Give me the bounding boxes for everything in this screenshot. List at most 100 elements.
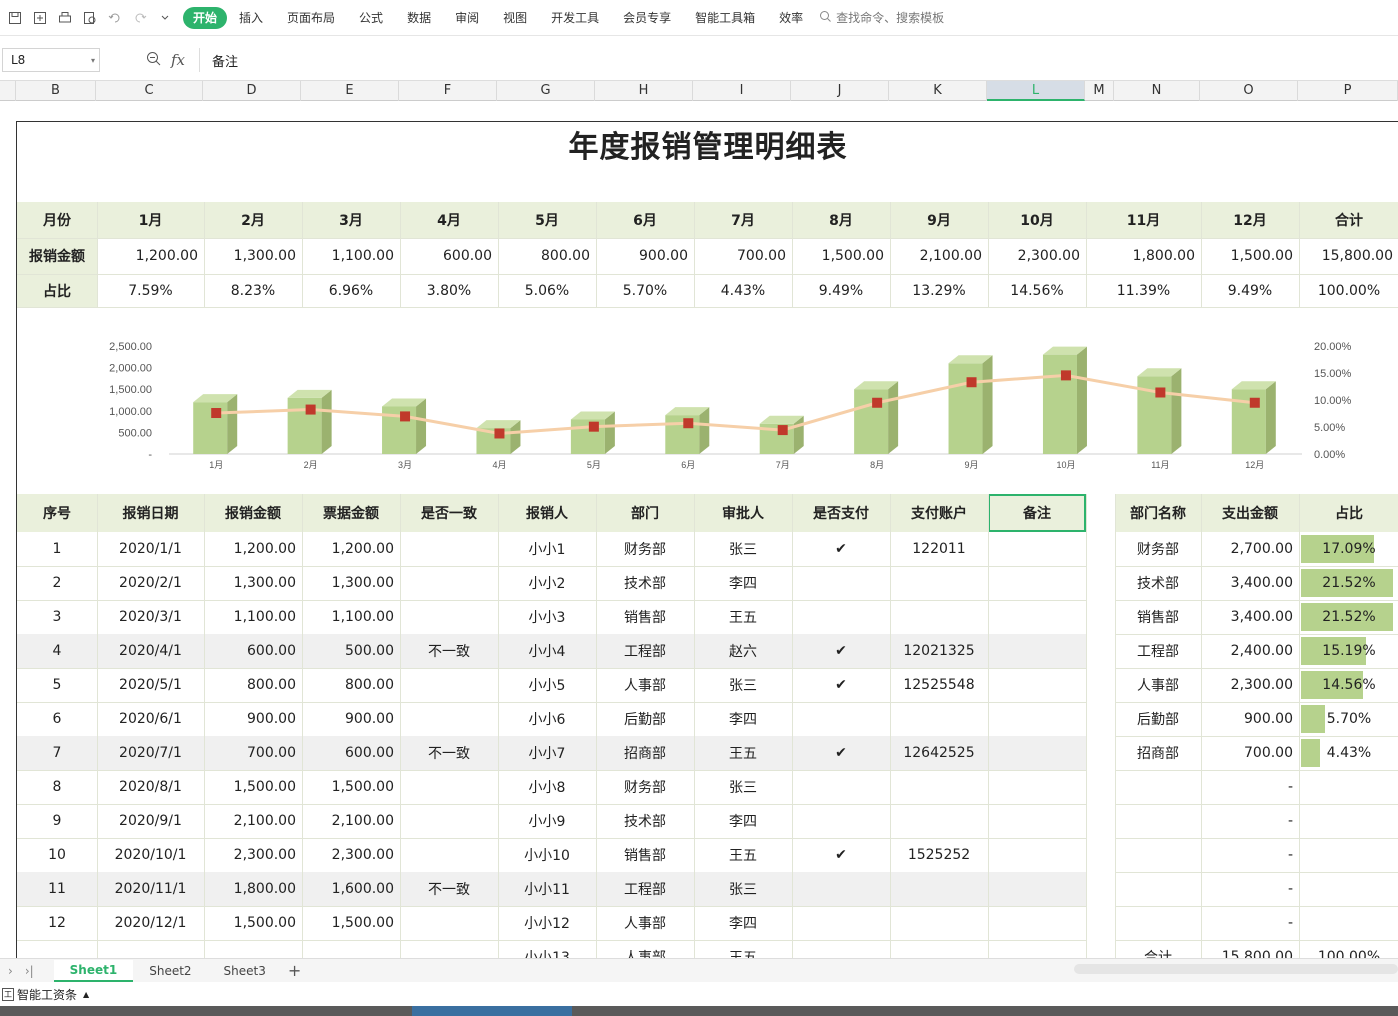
detail-cell[interactable] [792, 770, 890, 804]
detail-cell[interactable]: 12525548 [890, 668, 988, 702]
dept-name[interactable]: 后勤部 [1115, 702, 1201, 736]
menu-tab-4[interactable]: 数据 [395, 7, 443, 29]
detail-cell[interactable] [890, 940, 988, 958]
detail-cell[interactable]: 李四 [694, 906, 792, 940]
detail-cell[interactable] [400, 600, 498, 634]
dept-header[interactable]: 支出金额 [1201, 494, 1299, 532]
detail-cell[interactable]: 王五 [694, 838, 792, 872]
summary-ratio[interactable]: 3.80% [400, 274, 498, 307]
detail-cell[interactable]: 1,500.00 [204, 770, 302, 804]
detail-cell[interactable]: 王五 [694, 600, 792, 634]
print-preview-icon[interactable] [77, 6, 102, 30]
detail-header[interactable]: 备注 [988, 494, 1086, 532]
detail-cell[interactable]: 6 [17, 702, 97, 736]
detail-cell[interactable]: 10 [17, 838, 97, 872]
menu-tab-7[interactable]: 开发工具 [539, 7, 611, 29]
summary-ratio[interactable]: 4.43% [694, 274, 792, 307]
summary-amount[interactable]: 2,100.00 [890, 238, 988, 274]
summary-ratio[interactable]: 9.49% [1201, 274, 1299, 307]
dept-name[interactable]: 招商部 [1115, 736, 1201, 770]
chevron-down-icon[interactable] [152, 6, 177, 30]
dept-amount[interactable]: - [1201, 838, 1299, 872]
detail-cell[interactable]: 财务部 [596, 770, 694, 804]
dept-name[interactable] [1115, 872, 1201, 906]
detail-cell[interactable]: 12021325 [890, 634, 988, 668]
summary-amount[interactable]: 900.00 [596, 238, 694, 274]
column-header-B[interactable]: B [16, 81, 96, 101]
detail-cell[interactable]: 12642525 [890, 736, 988, 770]
summary-amount[interactable]: 800.00 [498, 238, 596, 274]
detail-cell[interactable]: 2020/6/1 [97, 702, 204, 736]
detail-cell[interactable] [400, 532, 498, 566]
detail-cell[interactable]: 1,300.00 [302, 566, 400, 600]
detail-header[interactable]: 部门 [596, 494, 694, 532]
detail-cell[interactable]: 2020/11/1 [97, 872, 204, 906]
column-header-G[interactable]: G [497, 81, 595, 101]
dept-name[interactable] [1115, 906, 1201, 940]
detail-cell[interactable] [400, 770, 498, 804]
summary-amount[interactable]: 1,500.00 [792, 238, 890, 274]
detail-cell[interactable]: ✔ [792, 634, 890, 668]
summary-ratio[interactable]: 6.96% [302, 274, 400, 307]
detail-cell[interactable]: 张三 [694, 532, 792, 566]
last-sheet-icon[interactable]: ›| [21, 964, 54, 978]
detail-cell[interactable] [988, 668, 1086, 702]
detail-cell[interactable] [988, 634, 1086, 668]
detail-cell[interactable]: 小小5 [498, 668, 596, 702]
detail-cell[interactable]: 7 [17, 736, 97, 770]
detail-cell[interactable]: 销售部 [596, 600, 694, 634]
detail-cell[interactable]: 小小9 [498, 804, 596, 838]
detail-cell[interactable]: 800.00 [302, 668, 400, 702]
summary-amount[interactable]: 600.00 [400, 238, 498, 274]
detail-cell[interactable]: 小小11 [498, 872, 596, 906]
column-header-N[interactable]: N [1114, 81, 1200, 101]
detail-cell[interactable]: 王五 [694, 940, 792, 958]
detail-cell[interactable]: 小小7 [498, 736, 596, 770]
dept-amount[interactable]: 2,700.00 [1201, 532, 1299, 566]
chevron-up-icon[interactable]: ▲ [83, 990, 89, 999]
summary-amount[interactable]: 1,800.00 [1086, 238, 1201, 274]
summary-ratio[interactable]: 7.59% [97, 274, 204, 307]
detail-cell[interactable]: 8 [17, 770, 97, 804]
menu-tab-5[interactable]: 审阅 [443, 7, 491, 29]
detail-cell[interactable]: 2020/2/1 [97, 566, 204, 600]
detail-cell[interactable] [204, 940, 302, 958]
redo-icon[interactable] [127, 6, 152, 30]
menu-tab-6[interactable]: 视图 [491, 7, 539, 29]
detail-cell[interactable] [400, 566, 498, 600]
menu-tab-10[interactable]: 效率 [767, 7, 815, 29]
detail-cell[interactable]: 2,100.00 [204, 804, 302, 838]
detail-cell[interactable] [988, 566, 1086, 600]
detail-cell[interactable]: 工程部 [596, 634, 694, 668]
detail-cell[interactable]: 1,500.00 [302, 906, 400, 940]
detail-cell[interactable]: 李四 [694, 804, 792, 838]
dept-name[interactable]: 合计 [1115, 940, 1201, 958]
detail-cell[interactable] [988, 872, 1086, 906]
column-header-P[interactable]: P [1298, 81, 1398, 101]
horizontal-scrollbar[interactable] [1074, 964, 1398, 974]
detail-cell[interactable]: 500.00 [302, 634, 400, 668]
detail-cell[interactable]: 技术部 [596, 566, 694, 600]
dept-name[interactable] [1115, 838, 1201, 872]
sheet-tab-3[interactable]: Sheet3 [208, 964, 282, 978]
dept-ratio[interactable]: 21.52% [1299, 566, 1398, 600]
summary-amount[interactable]: 1,500.00 [1201, 238, 1299, 274]
dept-name[interactable] [1115, 770, 1201, 804]
dept-header[interactable]: 部门名称 [1115, 494, 1201, 532]
zoom-icon[interactable] [146, 51, 161, 70]
detail-cell[interactable]: 小小4 [498, 634, 596, 668]
detail-cell[interactable]: 王五 [694, 736, 792, 770]
detail-cell[interactable]: 技术部 [596, 804, 694, 838]
detail-cell[interactable] [988, 906, 1086, 940]
detail-cell[interactable] [792, 872, 890, 906]
detail-cell[interactable]: 1,600.00 [302, 872, 400, 906]
summary-ratio[interactable]: 5.06% [498, 274, 596, 307]
undo-icon[interactable] [102, 6, 127, 30]
dept-header[interactable]: 占比 [1299, 494, 1398, 532]
menu-tab-1[interactable]: 插入 [227, 7, 275, 29]
summary-ratio[interactable]: 100.00% [1299, 274, 1398, 307]
name-box[interactable]: L8 ▾ [2, 48, 100, 72]
detail-cell[interactable]: 2020/10/1 [97, 838, 204, 872]
dept-amount[interactable]: - [1201, 804, 1299, 838]
column-header-L[interactable]: L [987, 81, 1085, 101]
